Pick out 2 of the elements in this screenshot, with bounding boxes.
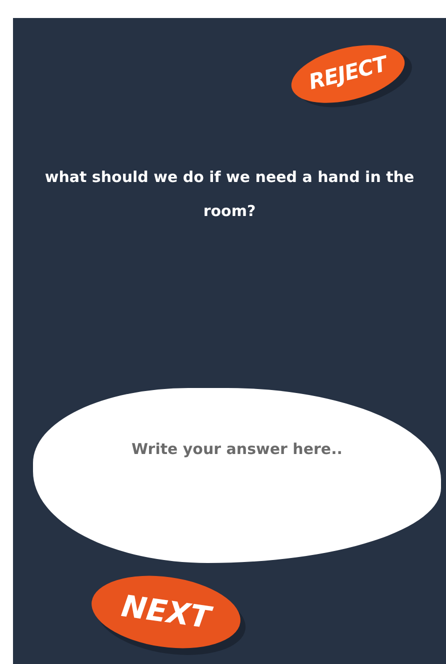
answer-field[interactable]: Write your answer here.. — [33, 388, 441, 563]
question-text: what should we do if we need a hand in the room? — [44, 167, 416, 222]
